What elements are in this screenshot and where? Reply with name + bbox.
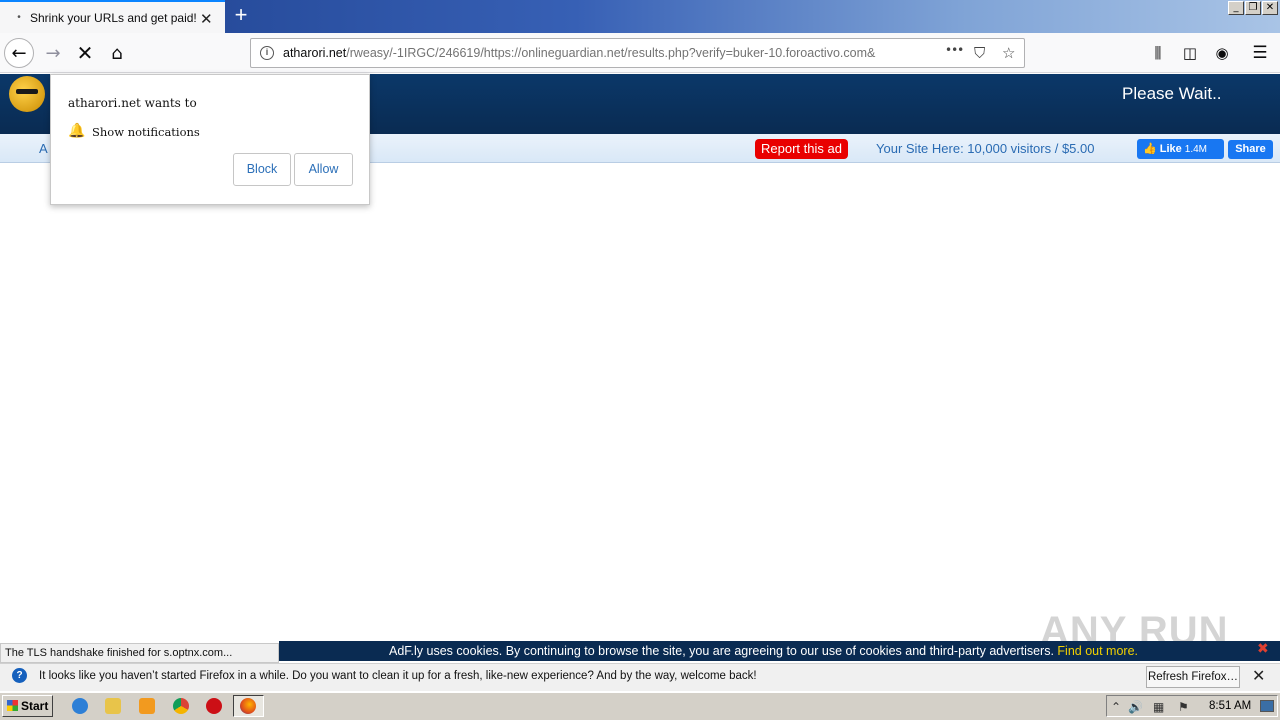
show-hidden-icons-icon[interactable]: ⌃ xyxy=(1111,700,1121,714)
clock[interactable]: 8:51 AM xyxy=(1209,700,1251,712)
back-arrow-icon: ← xyxy=(11,42,27,64)
tab-close-icon[interactable]: ✕ xyxy=(200,10,213,28)
show-desktop-icon[interactable] xyxy=(1260,700,1274,712)
site-info-icon[interactable]: i xyxy=(260,46,274,60)
action-center-flag-icon[interactable]: ⚑ xyxy=(1178,700,1189,714)
find-out-more-link[interactable]: Find out more. xyxy=(1057,644,1138,658)
stop-button[interactable]: ✕ xyxy=(70,38,100,68)
volume-icon[interactable]: 🔊 xyxy=(1128,700,1143,714)
facebook-like-button[interactable]: 👍 Like 1.4M xyxy=(1137,139,1224,159)
forward-arrow-icon: → xyxy=(45,42,61,64)
new-tab-button[interactable]: + xyxy=(229,4,253,28)
like-label: Like xyxy=(1159,143,1182,155)
facebook-share-button[interactable]: Share xyxy=(1228,140,1273,159)
bee-logo-icon[interactable] xyxy=(9,76,45,112)
your-site-here-link[interactable]: Your Site Here: 10,000 visitors / $5.00 xyxy=(876,141,1094,156)
popup-message: atharori.net wants to xyxy=(68,96,197,110)
please-wait-text: Please Wait.. xyxy=(1122,84,1222,103)
ie-icon[interactable] xyxy=(72,698,88,714)
like-count: 1.4M xyxy=(1184,144,1208,155)
refresh-firefox-button[interactable]: Refresh Firefox… xyxy=(1146,666,1240,688)
block-button[interactable]: Block xyxy=(233,153,291,186)
back-button[interactable]: ← xyxy=(4,38,34,68)
url-path: /rweasy/-1IRGC/246619/https://onlineguar… xyxy=(346,46,876,60)
sidebar-icon: ◫ xyxy=(1182,44,1198,62)
taskbar xyxy=(0,692,1280,720)
media-player-icon[interactable] xyxy=(139,698,155,714)
forward-button[interactable]: → xyxy=(38,38,68,68)
cookie-banner: AdF.ly uses cookies. By continuing to br… xyxy=(279,641,1280,661)
account-icon: ◉ xyxy=(1215,44,1229,62)
network-icon[interactable]: ▦ xyxy=(1153,700,1164,714)
notification-text: It looks like you haven’t started Firefo… xyxy=(39,670,757,682)
chrome-icon[interactable] xyxy=(173,698,189,714)
home-button[interactable]: ⌂ xyxy=(102,38,132,68)
cookie-text: AdF.ly uses cookies. By continuing to br… xyxy=(389,644,1054,658)
start-button[interactable]: Start xyxy=(2,695,53,717)
ad-bar-left-text[interactable]: A xyxy=(39,141,48,156)
menu-button[interactable]: ☰ xyxy=(1245,38,1275,68)
allow-button[interactable]: Allow xyxy=(294,153,353,186)
bell-icon: 🔔 xyxy=(68,123,86,139)
stop-icon: ✕ xyxy=(76,41,94,65)
window-close-button[interactable]: ✕ xyxy=(1262,1,1278,15)
tab-favicon-icon: • xyxy=(17,12,21,23)
tab-active[interactable]: • Shrink your URLs and get paid! ✕ xyxy=(0,0,225,33)
firefox-icon xyxy=(240,698,256,714)
library-icon: ⫼ xyxy=(1154,44,1162,62)
page-actions-icon[interactable]: ••• xyxy=(945,43,964,57)
home-icon: ⌂ xyxy=(111,42,123,64)
url-host: atharori.net xyxy=(283,46,347,60)
question-icon: ? xyxy=(12,668,27,683)
notification-permission-popup: atharori.net wants to 🔔 Show notificatio… xyxy=(50,74,370,205)
report-ad-button[interactable]: Report this ad xyxy=(755,139,848,159)
bookmark-star-icon[interactable]: ☆ xyxy=(1002,44,1015,62)
popup-permission-label: Show notifications xyxy=(92,125,200,139)
url-text[interactable]: atharori.net/rweasy/-1IRGC/246619/https:… xyxy=(283,46,905,60)
thumbs-up-icon: 👍 xyxy=(1143,143,1157,155)
library-button[interactable]: ⫼ xyxy=(1143,38,1173,68)
account-button[interactable]: ◉ xyxy=(1207,38,1237,68)
firefox-taskbar-button[interactable] xyxy=(233,695,264,717)
sidebar-button[interactable]: ◫ xyxy=(1175,38,1205,68)
status-panel: The TLS handshake finished for s.optnx.c… xyxy=(0,643,279,663)
tab-title: Shrink your URLs and get paid! xyxy=(30,10,197,25)
notification-close-icon[interactable]: ✕ xyxy=(1252,666,1265,685)
minimize-button[interactable]: _ xyxy=(1228,1,1244,15)
pocket-icon[interactable]: ⛉ xyxy=(974,44,985,62)
cookie-close-icon[interactable]: ✖ xyxy=(1257,641,1269,657)
url-bar[interactable]: i atharori.net/rweasy/-1IRGC/246619/http… xyxy=(250,38,1025,68)
restore-button[interactable]: ❐ xyxy=(1245,1,1261,15)
hamburger-menu-icon: ☰ xyxy=(1252,43,1268,63)
opera-icon[interactable] xyxy=(206,698,222,714)
explorer-folder-icon[interactable] xyxy=(105,698,121,714)
